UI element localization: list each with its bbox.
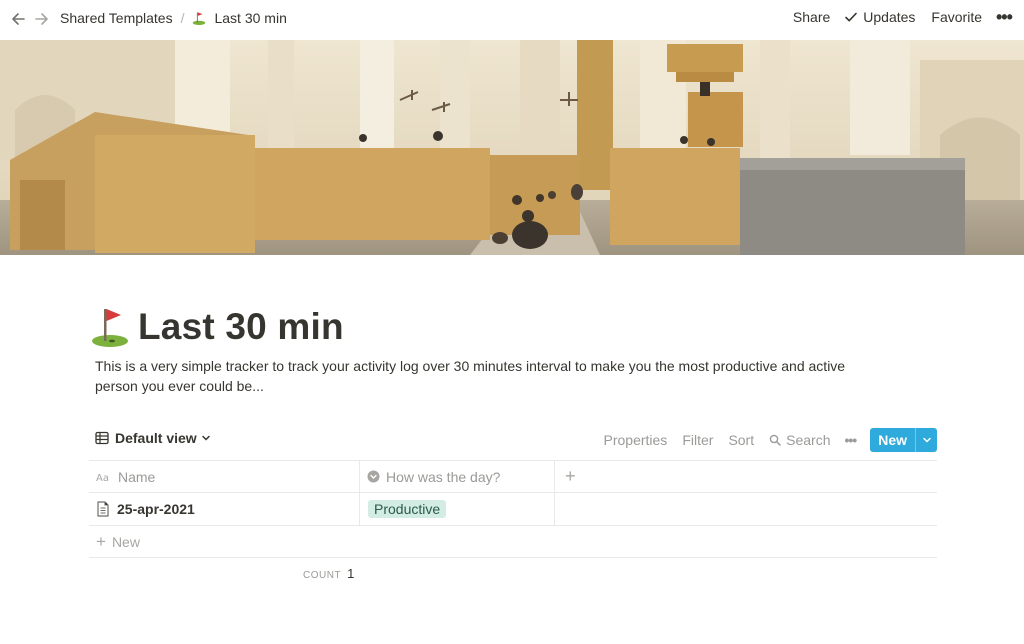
database-actions: Properties Filter Sort Search ••• New: [604, 428, 937, 452]
add-column-cell: +: [555, 461, 937, 492]
new-row-label: New: [111, 533, 140, 550]
status-tag: Productive: [368, 500, 447, 518]
favorite-button[interactable]: Favorite: [931, 9, 982, 25]
church-interior-painting: [0, 40, 1024, 255]
select-icon: [367, 470, 380, 483]
cover-image[interactable]: [0, 40, 1024, 255]
breadcrumb-separator: /: [180, 10, 185, 26]
view-label: Default view: [115, 430, 197, 446]
properties-button[interactable]: Properties: [604, 432, 668, 448]
svg-text:Aa: Aa: [96, 473, 109, 483]
row-name: 25-apr-2021: [117, 501, 195, 517]
empty-cell: [555, 493, 937, 525]
table-row[interactable]: 25-apr-2021 Productive: [89, 493, 937, 526]
database-toolbar: Default view Properties Filter Sort Sear…: [89, 428, 937, 452]
page-title[interactable]: Last 30 min: [138, 306, 344, 348]
breadcrumb-page-label: Last 30 min: [214, 10, 287, 26]
share-button[interactable]: Share: [793, 9, 830, 25]
updates-button[interactable]: Updates: [844, 9, 915, 25]
new-dropdown-chevron-icon[interactable]: [915, 428, 937, 452]
search-label: Search: [786, 432, 831, 448]
count-label: COUNT: [303, 570, 342, 581]
row-count[interactable]: COUNT 1: [303, 566, 354, 581]
filter-button[interactable]: Filter: [682, 432, 713, 448]
document-icon: [97, 501, 109, 517]
forward-arrow-icon[interactable]: [32, 9, 52, 29]
column-header-name-label: Name: [118, 468, 156, 485]
add-new-row-button[interactable]: + New: [89, 526, 937, 558]
day-cell[interactable]: Productive: [360, 493, 555, 525]
search-button[interactable]: Search: [769, 432, 830, 448]
new-button-group: New: [870, 428, 937, 452]
add-column-button[interactable]: +: [562, 466, 576, 487]
text-aa-icon: Aa: [96, 473, 109, 483]
check-icon: [845, 12, 858, 22]
database-more-button[interactable]: •••: [844, 432, 857, 448]
column-header-how-was-the-day[interactable]: How was the day?: [360, 461, 555, 492]
name-cell[interactable]: 25-apr-2021: [89, 493, 360, 525]
column-header-day-label: How was the day?: [386, 468, 501, 485]
page-title-row: Last 30 min: [90, 302, 344, 352]
updates-label: Updates: [863, 9, 916, 25]
more-options-button[interactable]: •••: [996, 8, 1020, 26]
chevron-down-icon: [201, 435, 210, 441]
view-selector[interactable]: Default view: [95, 430, 217, 446]
golf-flag-icon: [193, 12, 206, 25]
golf-flag-icon[interactable]: [90, 305, 130, 349]
table-header-row: Aa Name How was the day? +: [89, 460, 937, 493]
database-table: Aa Name How was the day? + 25-apr-2021 P…: [89, 460, 937, 558]
back-arrow-icon[interactable]: [8, 9, 28, 29]
new-button[interactable]: New: [870, 428, 915, 452]
top-actions: Share Updates Favorite •••: [793, 8, 1024, 26]
search-icon: [769, 434, 781, 446]
count-value: 1: [347, 566, 355, 581]
plus-icon: +: [96, 531, 106, 551]
breadcrumb-shared-templates[interactable]: Shared Templates: [60, 10, 173, 26]
sort-button[interactable]: Sort: [728, 432, 754, 448]
page-description[interactable]: This is a very simple tracker to track y…: [95, 356, 855, 396]
breadcrumb-current-page[interactable]: Last 30 min: [192, 10, 287, 26]
topbar: Shared Templates / Last 30 min Share Upd…: [0, 0, 1024, 40]
column-header-name[interactable]: Aa Name: [89, 461, 360, 492]
table-icon: [95, 431, 109, 445]
breadcrumb: Shared Templates / Last 30 min: [60, 10, 287, 26]
